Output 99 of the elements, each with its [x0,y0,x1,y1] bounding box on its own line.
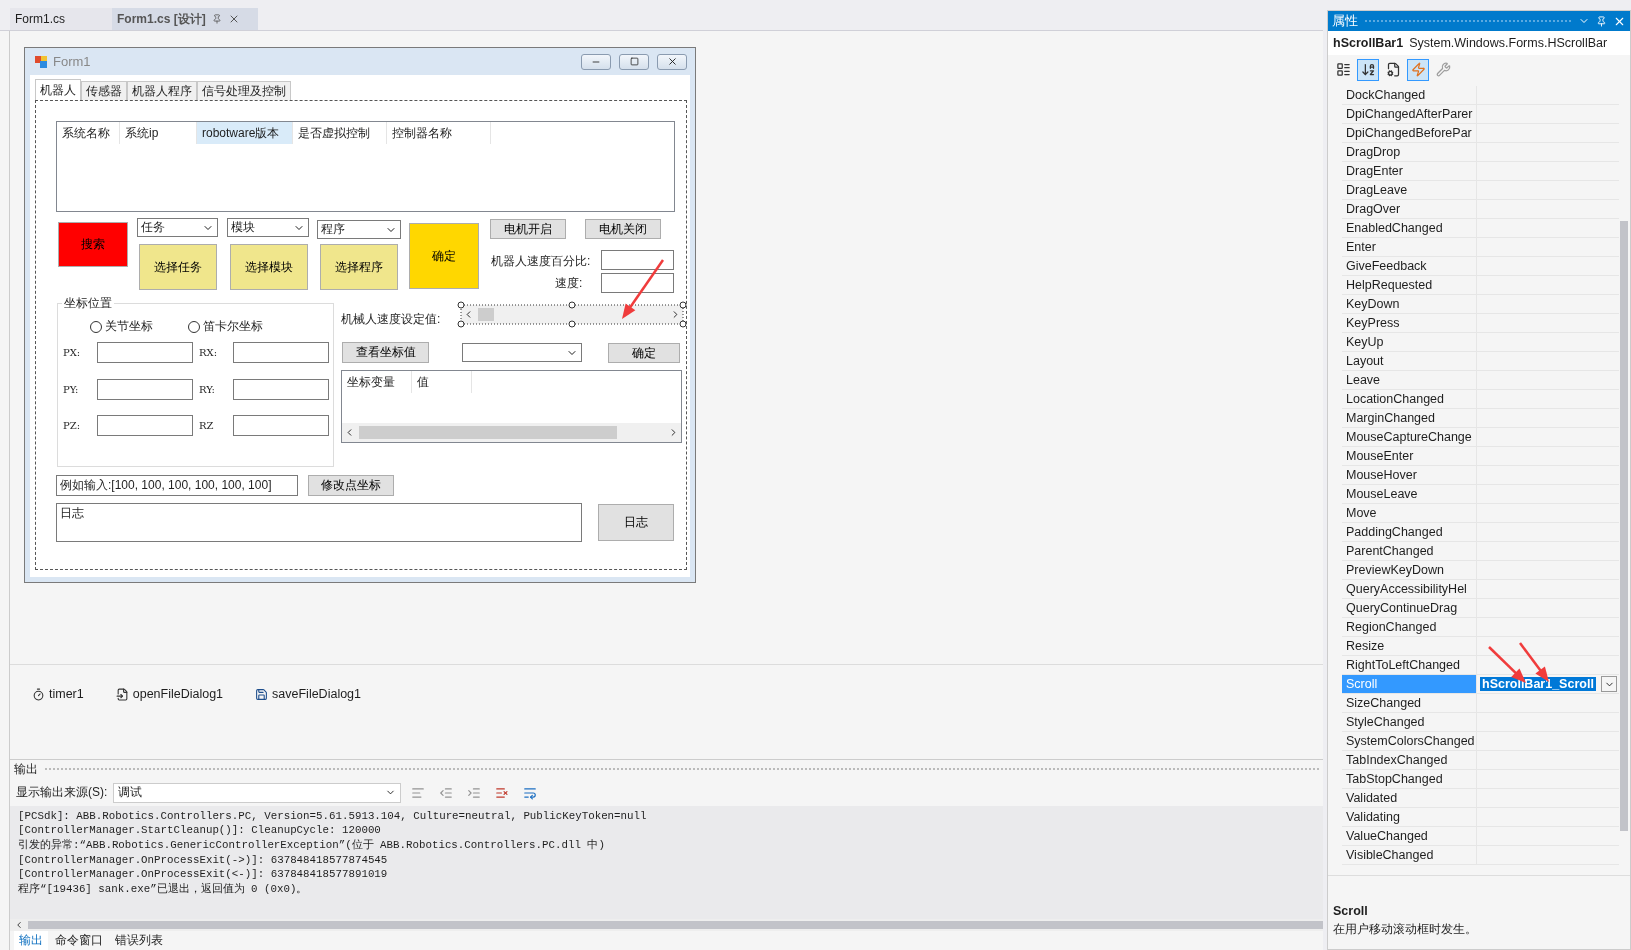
field-label: RZ [199,420,214,431]
motor-button[interactable]: 电机关闭 [585,219,661,239]
component-label[interactable]: saveFileDialog1 [272,687,361,701]
source-label: 显示输出来源(S): [16,784,108,802]
dropdown-value: 任务 [141,219,165,236]
toolbar-button[interactable] [1357,58,1379,81]
output-line: [PCSdk]: ABB.Robotics.Controllers.PC, Version=5.61.5913.104, Culture=neutral, PublicKeyToken=null [18,808,648,824]
output-line: 引发的异常:“ABB.Robotics.GenericControllerException”(位于 ABB.Robotics.Controllers.PC.dll 中) [18,837,606,853]
motor-button[interactable]: 电机开启 [490,219,566,239]
output-line: 程序“[19436] sank.exe”已退出，返回值为 0 (0x0)。 [18,881,309,897]
apply-button[interactable]: 确定 [608,343,680,363]
panel-tab[interactable]: 错误列表 [110,931,168,950]
field-label: PZ: [63,420,81,431]
chevron-left-icon [14,920,24,930]
dropdown-value: 模块 [231,219,255,236]
example-field[interactable]: 例如输入:[100, 100, 100, 100, 100, 100] [56,475,298,496]
confirm-button[interactable]: 确定 [409,223,479,289]
maximize-icon [629,57,639,66]
object-type: System.Windows.Forms.HScrollBar [1409,36,1608,50]
lightning-icon [1410,62,1426,77]
field-label: RX: [199,347,218,358]
dropdown-button[interactable] [1601,676,1617,692]
dropdown[interactable]: 任务 [137,218,218,237]
speed-percent-label: 机器人速度百分比: [491,253,591,270]
scroll-thumb[interactable] [28,921,1323,929]
close-button[interactable] [657,53,687,70]
scroll-thumb[interactable] [359,426,617,439]
input-field[interactable] [233,415,329,436]
search-button[interactable]: 搜索 [58,222,128,267]
scroll-bar[interactable] [10,919,1323,931]
log-field[interactable]: 日志 [56,503,582,542]
select-button[interactable]: 选择程序 [320,244,398,290]
input-field[interactable] [97,379,193,400]
scroll-bar[interactable] [342,423,681,442]
tab[interactable]: 机器人程序 [127,81,197,100]
clear-icon [495,785,510,800]
output-line: [ControllerManager.OnProcessExit(->)]: 637848418577874545 [18,852,389,868]
maximize-button[interactable] [619,53,649,70]
event-handler: hScrollBar1_Scroll [1480,677,1596,691]
align-icon [411,785,426,800]
description-title: Scroll [1333,904,1369,918]
select-button[interactable]: 选择模块 [230,244,308,290]
input-field[interactable] [601,273,674,293]
panel-tab[interactable]: 命令窗口 [50,931,108,950]
dropdown[interactable] [462,343,582,362]
input-field[interactable] [97,415,193,436]
dropdown-value: 程序 [321,221,345,238]
save-icon [255,687,269,701]
pin-icon[interactable] [1596,15,1607,27]
radio-button[interactable]: 关节坐标 [90,318,153,335]
editor-tab[interactable]: Form1.cs [10,8,112,30]
sort-icon [1360,62,1376,77]
view-button[interactable]: 查看坐标值 [342,342,429,363]
editor-tab[interactable]: Form1.cs [设计] [112,8,258,30]
annotation-arrow [622,259,665,319]
input-field[interactable] [233,379,329,400]
description-text: 在用户移动滚动框时发生。 [1333,921,1478,938]
timer-icon [32,687,45,701]
select-button[interactable]: 选择任务 [139,244,217,290]
input-field[interactable] [233,342,329,363]
output-line: [ControllerManager.StartCleanup()]: CleanupCycle: 120000 [18,823,382,838]
output-line: [ControllerManager.OnProcessExit(<-)]: 637848418577891019 [18,867,389,882]
panel-title: 属性 [1332,12,1358,30]
outdent-icon [439,785,454,800]
dropdown[interactable]: 程序 [317,220,401,239]
radio-button[interactable]: 笛卡尔坐标 [188,318,263,335]
panel-title: 输出 [14,761,38,779]
component-label[interactable]: timer1 [49,687,84,701]
form-icon [34,54,48,69]
tab[interactable]: 机器人 [35,79,81,100]
window-title: Form1 [53,54,92,69]
source-dropdown[interactable]: 调试 [113,782,402,803]
tab[interactable]: 传感器 [81,81,127,100]
input-field[interactable] [601,250,674,270]
object-name: hScrollBar1 [1333,36,1404,50]
log-button[interactable]: 日志 [598,504,674,541]
field-label: PY: [63,384,79,395]
close-icon [666,56,678,67]
input-field[interactable] [97,342,193,363]
scroll-thumb[interactable] [1620,221,1628,831]
wrench-icon [1435,62,1451,77]
minimize-button[interactable] [581,53,611,70]
document-icon [1385,62,1401,77]
speed-setting-label: 机械人速度设定值: [341,311,441,328]
file-icon [115,687,129,701]
field-label: RY: [199,384,215,395]
speed-label: 速度: [555,275,583,292]
wrap-icon [523,785,538,800]
pin-icon [211,14,222,24]
scroll-thumb[interactable] [478,308,494,321]
field-label: PX: [63,347,81,358]
column-header[interactable]: robotware版本 [197,122,293,144]
modify-button[interactable]: 修改点坐标 [308,475,394,496]
dropdown[interactable]: 模块 [227,218,309,237]
tab[interactable]: 信号处理及控制 [197,81,291,100]
list-icon [1335,62,1351,77]
indent-icon [467,785,482,800]
component-label[interactable]: openFileDialog1 [132,687,224,701]
group-title: 坐标位置 [62,295,114,312]
